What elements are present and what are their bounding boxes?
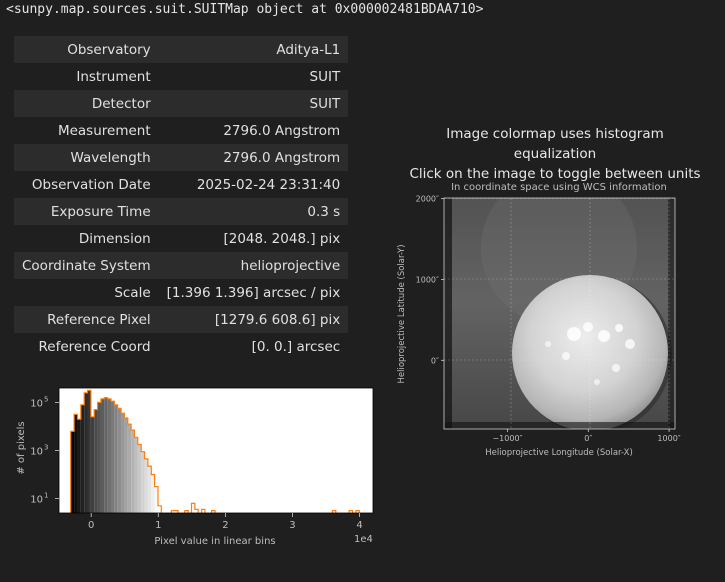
hist-bar xyxy=(94,409,98,513)
hist-bar xyxy=(114,404,118,513)
metadata-key: Reference Coord xyxy=(38,338,151,355)
metadata-value: 0.3 s xyxy=(307,203,341,220)
hist-bar xyxy=(117,408,122,513)
map-ylabel: Helioprojective Latitude (Solar-Y) xyxy=(397,244,407,383)
hist-bar xyxy=(84,392,88,513)
map-ytick-label: 0″ xyxy=(431,356,439,365)
map-ytick-label: 2000″ xyxy=(416,195,439,204)
metadata-value: 2796.0 Angstrom xyxy=(223,122,341,139)
metadata-key: Detector xyxy=(91,95,151,112)
hist-ylabel: # of pixels xyxy=(16,421,27,474)
metadata-value: SUIT xyxy=(309,95,341,112)
hist-ytick-label: 10 xyxy=(30,398,43,409)
hist-bar xyxy=(104,397,108,513)
metadata-value: helioprojective xyxy=(240,257,341,274)
hist-ytick-exponent: 3 xyxy=(44,444,48,452)
metadata-row: Scale [1.396 1.396] arcsec / pix xyxy=(14,279,348,306)
hist-bar xyxy=(100,398,105,513)
metadata-value: SUIT xyxy=(309,68,341,85)
metadata-value: [2048. 2048.] pix xyxy=(223,230,341,247)
metadata-key: Reference Pixel xyxy=(47,311,151,328)
metadata-value: 2796.0 Angstrom xyxy=(223,149,341,166)
metadata-value: 2025-02-24 23:31:40 xyxy=(196,176,341,193)
map-repr: <sunpy.map.sources.suit.SUITMap object a… xyxy=(6,2,484,17)
hist-xlabel: Pixel value in linear bins xyxy=(154,536,275,547)
metadata-key: Wavelength xyxy=(70,149,151,166)
metadata-row: Dimension [2048. 2048.] pix xyxy=(14,225,348,252)
metadata-row: Reference Coord [0. 0.] arcsec xyxy=(14,333,348,360)
metadata-key: Dimension xyxy=(78,230,151,247)
colormap-note: Image colormap uses histogram equalizati… xyxy=(404,124,706,184)
hist-ytick-label: 10 xyxy=(30,447,43,458)
hist-bar xyxy=(80,404,85,513)
hist-bar xyxy=(121,413,125,513)
metadata-row: Detector SUIT xyxy=(14,90,349,117)
hist-xtick-label: 4 xyxy=(356,520,362,531)
metadata-key: Exposure Time xyxy=(50,203,151,220)
metadata-row: Wavelength 2796.0 Angstrom xyxy=(14,144,349,171)
map-xlabel: Helioprojective Longitude (Solar-X) xyxy=(485,448,633,458)
hist-bar xyxy=(137,444,142,513)
hist-bar xyxy=(97,402,101,513)
metadata-value: [0. 0.] arcsec xyxy=(251,338,341,355)
map-xtick-label: −1000″ xyxy=(492,434,522,443)
hist-bar xyxy=(110,401,115,513)
note-line-1: Image colormap uses histogram equalizati… xyxy=(446,126,664,162)
metadata-key: Measurement xyxy=(57,122,151,139)
metadata-value: [1279.6 608.6] pix xyxy=(214,311,341,328)
metadata-value: [1.396 1.396] arcsec / pix xyxy=(166,284,341,301)
metadata-row: Measurement 2796.0 Angstrom xyxy=(14,117,348,144)
hist-bar xyxy=(134,437,138,513)
hist-bar xyxy=(141,451,145,513)
hist-ytick-label: 10 xyxy=(30,495,43,506)
metadata-row: Exposure Time 0.3 s xyxy=(14,198,349,225)
hist-bar xyxy=(107,398,111,513)
hist-xtick-label: 0 xyxy=(88,520,94,531)
metadata-row: Reference Pixel [1279.6 608.6] pix xyxy=(14,306,349,333)
map-xtick-label: 1000″ xyxy=(657,434,680,443)
metadata-row: Observation Date 2025-02-24 23:31:40 xyxy=(14,171,348,198)
map-title: In coordinate space using WCS informatio… xyxy=(451,182,667,193)
hist-title: Distribution of pixel values [click for … xyxy=(63,369,366,384)
metadata-row: Coordinate System helioprojective xyxy=(14,252,349,279)
hist-xtick-label: 1 xyxy=(155,520,161,531)
metadata-key: Observatory xyxy=(67,41,151,58)
hist-bar xyxy=(77,419,81,513)
metadata-value: Aditya-L1 xyxy=(276,41,341,58)
metadata-key: Scale xyxy=(114,284,151,301)
metadata-key: Observation Date xyxy=(31,176,151,193)
hist-bar xyxy=(90,416,95,513)
metadata-table: Observatory Aditya-L1 Instrument SUIT Detect… xyxy=(14,36,349,360)
metadata-key: Coordinate System xyxy=(22,257,151,274)
metadata-row: Observatory Aditya-L1 xyxy=(14,36,349,63)
hist-ytick-exponent: 1 xyxy=(44,492,48,500)
hist-bar xyxy=(124,418,128,513)
sun-image[interactable] xyxy=(444,178,675,434)
hist-offset-label: 1e4 xyxy=(354,534,373,545)
hist-xtick-label: 3 xyxy=(289,520,295,531)
hist-bar xyxy=(144,458,148,513)
hist-bar xyxy=(131,430,135,513)
metadata-row: Instrument SUIT xyxy=(14,63,348,90)
map-ytick-label: 1000″ xyxy=(416,275,439,284)
hist-bar xyxy=(127,424,132,513)
hist-xtick-label: 2 xyxy=(222,520,228,531)
histogram-plot[interactable]: Distribution of pixel values [click for … xyxy=(10,366,380,550)
map-xtick-label: 0″ xyxy=(584,434,592,443)
hist-ytick-exponent: 5 xyxy=(44,395,48,403)
metadata-key: Instrument xyxy=(76,68,151,85)
solar-map-plot[interactable]: In coordinate space using WCS informatio… xyxy=(390,178,690,458)
